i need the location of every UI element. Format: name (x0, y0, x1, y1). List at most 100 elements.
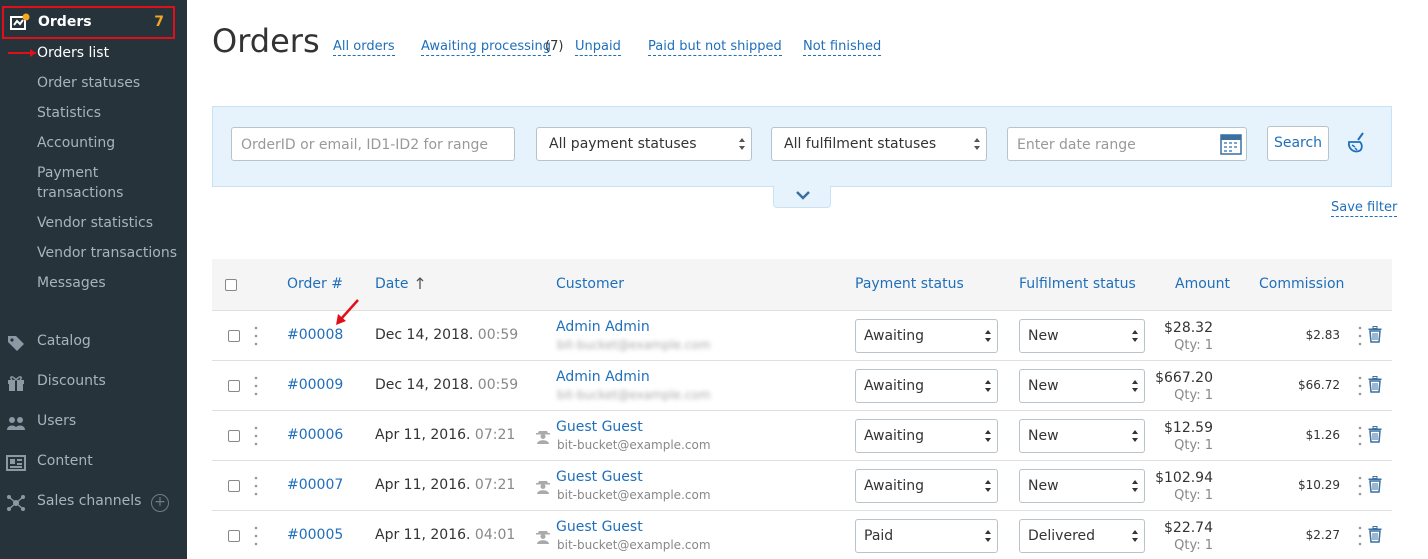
save-filter-link[interactable]: Save filter (1331, 200, 1398, 217)
order-date-day: Dec 14, 2018. (375, 327, 474, 343)
tag-icon (8, 336, 24, 351)
sidebar-item-statistics[interactable]: Statistics (37, 103, 101, 123)
order-search-input[interactable]: OrderID or email, ID1-ID2 for range (231, 127, 515, 161)
trash-icon[interactable] (1368, 526, 1382, 543)
column-date[interactable]: Date (375, 276, 424, 292)
commission-value: $2.83 (1305, 328, 1340, 342)
row-checkbox[interactable] (228, 480, 240, 492)
trash-icon[interactable] (1368, 476, 1382, 493)
sidebar-discounts-label: Discounts (37, 373, 106, 389)
fulfilment-status-select[interactable]: New (1019, 319, 1145, 353)
column-customer[interactable]: Customer (556, 276, 624, 292)
order-date: Apr 11, 2016. 04:01 (375, 527, 515, 543)
quantity: Qty: 1 (1174, 388, 1213, 403)
column-amount[interactable]: Amount (1175, 276, 1230, 292)
clear-filter-icon[interactable] (1343, 130, 1369, 156)
order-time: 07:21 (474, 477, 516, 493)
drag-handle-icon[interactable] (254, 375, 258, 397)
order-number-link[interactable]: #00006 (287, 427, 343, 443)
customer-name-link[interactable]: Guest Guest (556, 519, 643, 535)
payment-status-select[interactable]: Awaiting payment (855, 369, 998, 426)
drag-handle-icon[interactable] (254, 425, 258, 447)
sort-arrow-up-icon (416, 277, 424, 289)
order-number-link[interactable]: #00009 (287, 377, 343, 393)
amount-value: $22.74 (1164, 520, 1213, 536)
fulfilment-status-select[interactable]: Delivered (1019, 519, 1145, 553)
trash-icon[interactable] (1368, 426, 1382, 443)
trash-icon[interactable] (1368, 376, 1382, 393)
sidebar-item-vendor-statistics[interactable]: Vendor statistics (37, 213, 153, 233)
sidebar-item-vendor-transactions[interactable]: Vendor transactions (37, 243, 177, 263)
commission-value: $2.27 (1305, 528, 1340, 542)
drag-handle-icon[interactable] (254, 475, 258, 497)
add-sales-channel-icon[interactable]: + (151, 494, 169, 512)
order-number-link[interactable]: #00007 (287, 477, 343, 493)
sidebar-item-catalog[interactable]: Catalog (0, 332, 187, 354)
sidebar-item-discounts[interactable]: Discounts (0, 372, 187, 394)
payment-status-select[interactable]: All payment statuses (536, 127, 752, 161)
sidebar-item-messages[interactable]: Messages (37, 273, 106, 293)
order-date: Dec 14, 2018. 00:59 (375, 327, 518, 343)
customer-name-link[interactable]: Guest Guest (556, 469, 643, 485)
row-checkbox[interactable] (228, 430, 240, 442)
order-amount: $102.94 Qty: 1 (1155, 470, 1213, 504)
sidebar-item-sales-channels[interactable]: Sales channels + (0, 492, 187, 514)
fulfilment-status-select[interactable]: New (1019, 469, 1145, 503)
sidebar-item-payment-transactions-line2[interactable]: transactions (37, 183, 123, 203)
row-menu-icon[interactable] (1358, 475, 1362, 497)
payment-status-select[interactable]: Awaiting payment (855, 319, 998, 376)
search-button[interactable]: Search (1267, 126, 1329, 161)
order-date-day: Apr 11, 2016. (375, 527, 471, 543)
payment-status-value: Paid (864, 528, 894, 544)
filter-paid-not-shipped[interactable]: Paid but not shipped (648, 39, 782, 56)
row-checkbox[interactable] (228, 380, 240, 392)
sidebar-item-payment-transactions[interactable]: Payment (37, 163, 98, 183)
row-checkbox[interactable] (228, 530, 240, 542)
filter-not-finished[interactable]: Not finished (803, 39, 882, 56)
filter-unpaid[interactable]: Unpaid (575, 39, 621, 56)
row-menu-icon[interactable] (1358, 325, 1362, 347)
guest-user-icon (536, 431, 550, 444)
order-date-day: Dec 14, 2018. (375, 377, 474, 393)
sidebar-item-order-statuses[interactable]: Order statuses (37, 73, 140, 93)
payment-status-select[interactable]: Paid (855, 519, 998, 553)
filter-awaiting-processing[interactable]: Awaiting processing (421, 39, 551, 56)
fulfilment-status-select[interactable]: New (1019, 369, 1145, 403)
sidebar-item-orders-list[interactable]: Orders list (37, 43, 109, 63)
column-commission[interactable]: Commission (1259, 276, 1344, 292)
drag-handle-icon[interactable] (254, 525, 258, 547)
sidebar-item-orders[interactable]: Orders 7 (2, 6, 175, 39)
payment-status-select[interactable]: Awaiting payment (855, 469, 998, 526)
trash-icon[interactable] (1368, 326, 1382, 343)
sidebar-sales-channels-label: Sales channels (37, 493, 142, 509)
date-range-input[interactable]: Enter date range (1007, 127, 1247, 161)
select-arrows-icon (985, 480, 991, 492)
customer-name-link[interactable]: Admin Admin (556, 319, 650, 335)
column-fulfilment-status[interactable]: Fulfilment status (1019, 276, 1136, 292)
fulfilment-status-value: All fulfilment statuses (784, 136, 937, 152)
drag-handle-icon[interactable] (254, 325, 258, 347)
column-payment-status[interactable]: Payment status (855, 276, 964, 292)
order-number-link[interactable]: #00008 (287, 327, 343, 343)
customer-name-link[interactable]: Admin Admin (556, 369, 650, 385)
order-number-link[interactable]: #00005 (287, 527, 343, 543)
expand-filters-button[interactable] (773, 186, 831, 208)
sidebar-item-users[interactable]: Users (0, 412, 187, 434)
column-order[interactable]: Order # (287, 276, 343, 292)
customer-name-link[interactable]: Guest Guest (556, 419, 643, 435)
filter-all-orders[interactable]: All orders (333, 39, 395, 56)
customer-email: bit-bucket@example.com (557, 538, 711, 552)
sidebar-item-accounting[interactable]: Accounting (37, 133, 115, 153)
calendar-icon[interactable] (1220, 133, 1242, 155)
row-checkbox[interactable] (228, 330, 240, 342)
sidebar-item-content[interactable]: Content (0, 452, 187, 474)
row-menu-icon[interactable] (1358, 525, 1362, 547)
fulfilment-status-select[interactable]: All fulfilment statuses (771, 127, 987, 161)
select-all-checkbox[interactable] (225, 279, 237, 291)
select-arrows-icon (985, 530, 991, 542)
payment-status-select[interactable]: Awaiting payment (855, 419, 998, 476)
row-menu-icon[interactable] (1358, 425, 1362, 447)
order-amount: $28.32 Qty: 1 (1164, 320, 1213, 354)
fulfilment-status-select[interactable]: New (1019, 419, 1145, 453)
row-menu-icon[interactable] (1358, 375, 1362, 397)
